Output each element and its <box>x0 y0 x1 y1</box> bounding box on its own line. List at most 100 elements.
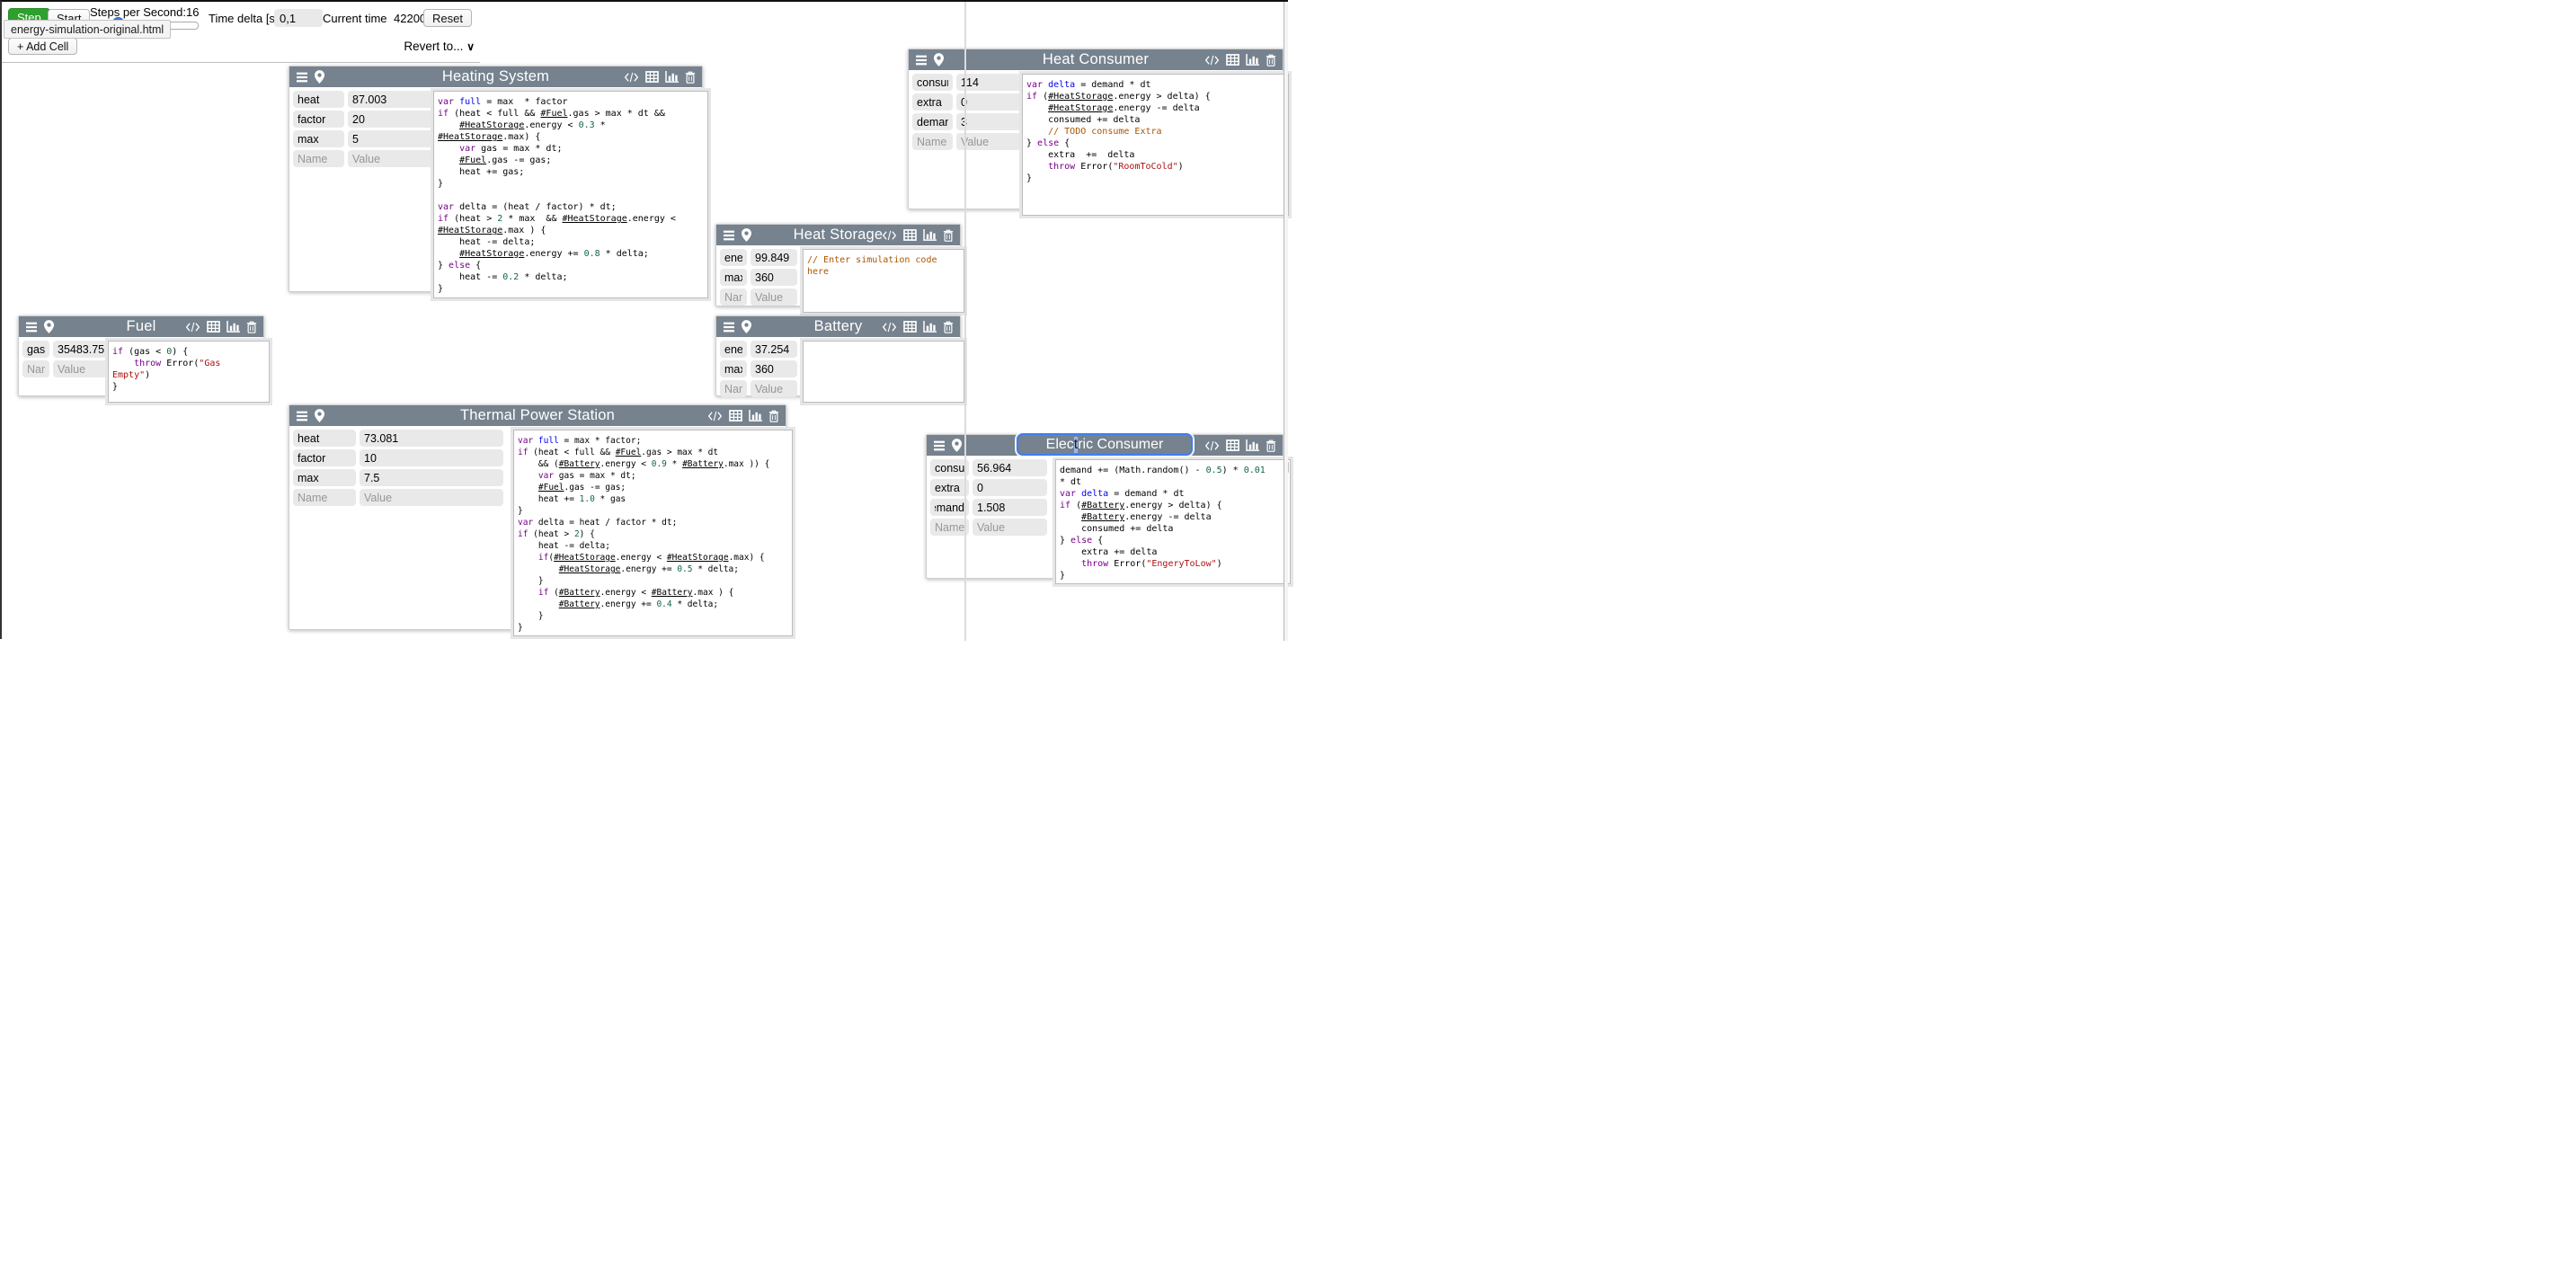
var-value-input[interactable] <box>751 288 797 306</box>
var-name-input[interactable] <box>930 459 969 476</box>
var-name-input[interactable] <box>720 360 747 377</box>
var-value-input[interactable] <box>348 150 433 167</box>
code-editor[interactable]: demand += (Math.random() - 0.5) * 0.01* … <box>1055 459 1291 584</box>
var-value-input[interactable] <box>348 91 433 108</box>
card-header-drag-handle[interactable]: Heating System <box>289 67 702 87</box>
var-name-input[interactable] <box>720 269 747 286</box>
var-value-input[interactable] <box>348 130 433 147</box>
var-value-input[interactable] <box>973 479 1047 496</box>
var-name-input[interactable] <box>293 150 344 167</box>
var-name-input[interactable] <box>22 341 49 358</box>
table-view-icon[interactable] <box>645 71 659 83</box>
var-name-input[interactable] <box>930 499 969 516</box>
hamburger-menu-icon[interactable] <box>25 322 38 333</box>
hamburger-menu-icon[interactable] <box>296 411 308 422</box>
var-value-input[interactable] <box>360 430 503 447</box>
var-name-input[interactable] <box>293 430 356 447</box>
time-delta-input[interactable] <box>274 9 323 27</box>
table-view-icon[interactable] <box>1226 54 1239 66</box>
var-name-input[interactable] <box>912 113 953 130</box>
delete-cell-icon[interactable] <box>685 71 696 84</box>
add-cell-button[interactable]: + Add Cell <box>8 38 77 55</box>
var-value-input[interactable] <box>360 489 503 506</box>
code-view-icon[interactable] <box>624 72 639 83</box>
delete-cell-icon[interactable] <box>768 410 779 422</box>
table-view-icon[interactable] <box>903 229 917 241</box>
table-view-icon[interactable] <box>903 321 917 333</box>
location-pin-icon[interactable] <box>44 320 54 333</box>
delete-cell-icon[interactable] <box>943 229 954 242</box>
code-editor[interactable]: var delta = demand * dtif (#HeatStorage.… <box>1022 74 1289 216</box>
var-name-input[interactable] <box>293 469 356 486</box>
code-editor[interactable]: if (gas < 0) { throw Error("GasEmpty")} <box>108 341 270 403</box>
delete-cell-icon[interactable] <box>1266 54 1276 67</box>
card-header-drag-handle[interactable]: Thermal Power Station <box>289 405 786 426</box>
var-name-input[interactable] <box>293 489 356 506</box>
var-name-input[interactable] <box>930 519 969 536</box>
table-view-icon[interactable] <box>1226 439 1239 451</box>
code-editor[interactable]: // Enter simulation codehere <box>803 249 964 313</box>
location-pin-icon[interactable] <box>952 439 962 452</box>
var-name-input[interactable] <box>22 360 49 377</box>
hamburger-menu-icon[interactable] <box>933 440 946 451</box>
chart-view-icon[interactable] <box>923 321 937 333</box>
reset-button[interactable]: Reset <box>423 9 472 27</box>
delete-cell-icon[interactable] <box>246 321 257 333</box>
var-name-input[interactable] <box>720 341 747 358</box>
delete-cell-icon[interactable] <box>1266 439 1276 452</box>
card-header-drag-handle[interactable]: Electric Consumer <box>927 435 1283 456</box>
var-name-input[interactable] <box>293 111 344 128</box>
var-value-input[interactable] <box>751 341 797 358</box>
card-header-drag-handle[interactable]: Heat Storage <box>716 225 960 245</box>
var-value-input[interactable] <box>751 380 797 397</box>
var-name-input[interactable] <box>912 133 953 150</box>
var-name-input[interactable] <box>293 130 344 147</box>
var-value-input[interactable] <box>348 111 433 128</box>
var-name-input[interactable] <box>720 380 747 397</box>
location-pin-icon[interactable] <box>742 320 751 333</box>
code-editor[interactable]: var full = max * factorif (heat < full &… <box>433 91 708 298</box>
card-title-input-focused[interactable]: Electric Consumer <box>1017 433 1193 456</box>
var-name-input[interactable] <box>930 479 969 496</box>
var-value-input[interactable] <box>973 459 1047 476</box>
chart-view-icon[interactable] <box>665 71 679 83</box>
pane-splitter[interactable] <box>964 2 966 641</box>
table-view-icon[interactable] <box>729 410 742 422</box>
hamburger-menu-icon[interactable] <box>723 230 735 241</box>
card-header-drag-handle[interactable]: Battery <box>716 316 960 337</box>
code-view-icon[interactable] <box>185 322 200 333</box>
code-view-icon[interactable] <box>1204 55 1220 66</box>
code-editor[interactable] <box>803 341 964 403</box>
location-pin-icon[interactable] <box>315 409 324 422</box>
hamburger-menu-icon[interactable] <box>723 322 735 333</box>
hamburger-menu-icon[interactable] <box>915 55 928 66</box>
var-value-input[interactable] <box>360 449 503 466</box>
var-value-input[interactable] <box>973 519 1047 536</box>
var-name-input[interactable] <box>912 93 953 111</box>
card-header-drag-handle[interactable]: Fuel <box>19 316 263 337</box>
code-view-icon[interactable] <box>882 230 897 241</box>
code-view-icon[interactable] <box>1204 440 1220 451</box>
var-value-input[interactable] <box>751 360 797 377</box>
location-pin-icon[interactable] <box>934 53 944 67</box>
code-view-icon[interactable] <box>882 322 897 333</box>
var-name-input[interactable] <box>720 288 747 306</box>
location-pin-icon[interactable] <box>315 70 324 84</box>
chart-view-icon[interactable] <box>227 321 240 333</box>
hamburger-menu-icon[interactable] <box>296 72 308 83</box>
code-editor[interactable]: var full = max * factor;if (heat < full … <box>513 430 793 636</box>
revert-dropdown[interactable]: Revert to... ∨ <box>404 40 475 53</box>
var-value-input[interactable] <box>360 469 503 486</box>
var-name-input[interactable] <box>912 74 953 91</box>
var-name-input[interactable] <box>720 249 747 266</box>
chart-view-icon[interactable] <box>923 229 937 241</box>
var-value-input[interactable] <box>751 269 797 286</box>
location-pin-icon[interactable] <box>742 228 751 242</box>
card-title[interactable]: Heating System <box>289 68 702 85</box>
delete-cell-icon[interactable] <box>943 321 954 333</box>
var-name-input[interactable] <box>293 91 344 108</box>
var-value-input[interactable] <box>751 249 797 266</box>
chart-view-icon[interactable] <box>749 410 762 422</box>
table-view-icon[interactable] <box>207 321 220 333</box>
var-name-input[interactable] <box>293 449 356 466</box>
